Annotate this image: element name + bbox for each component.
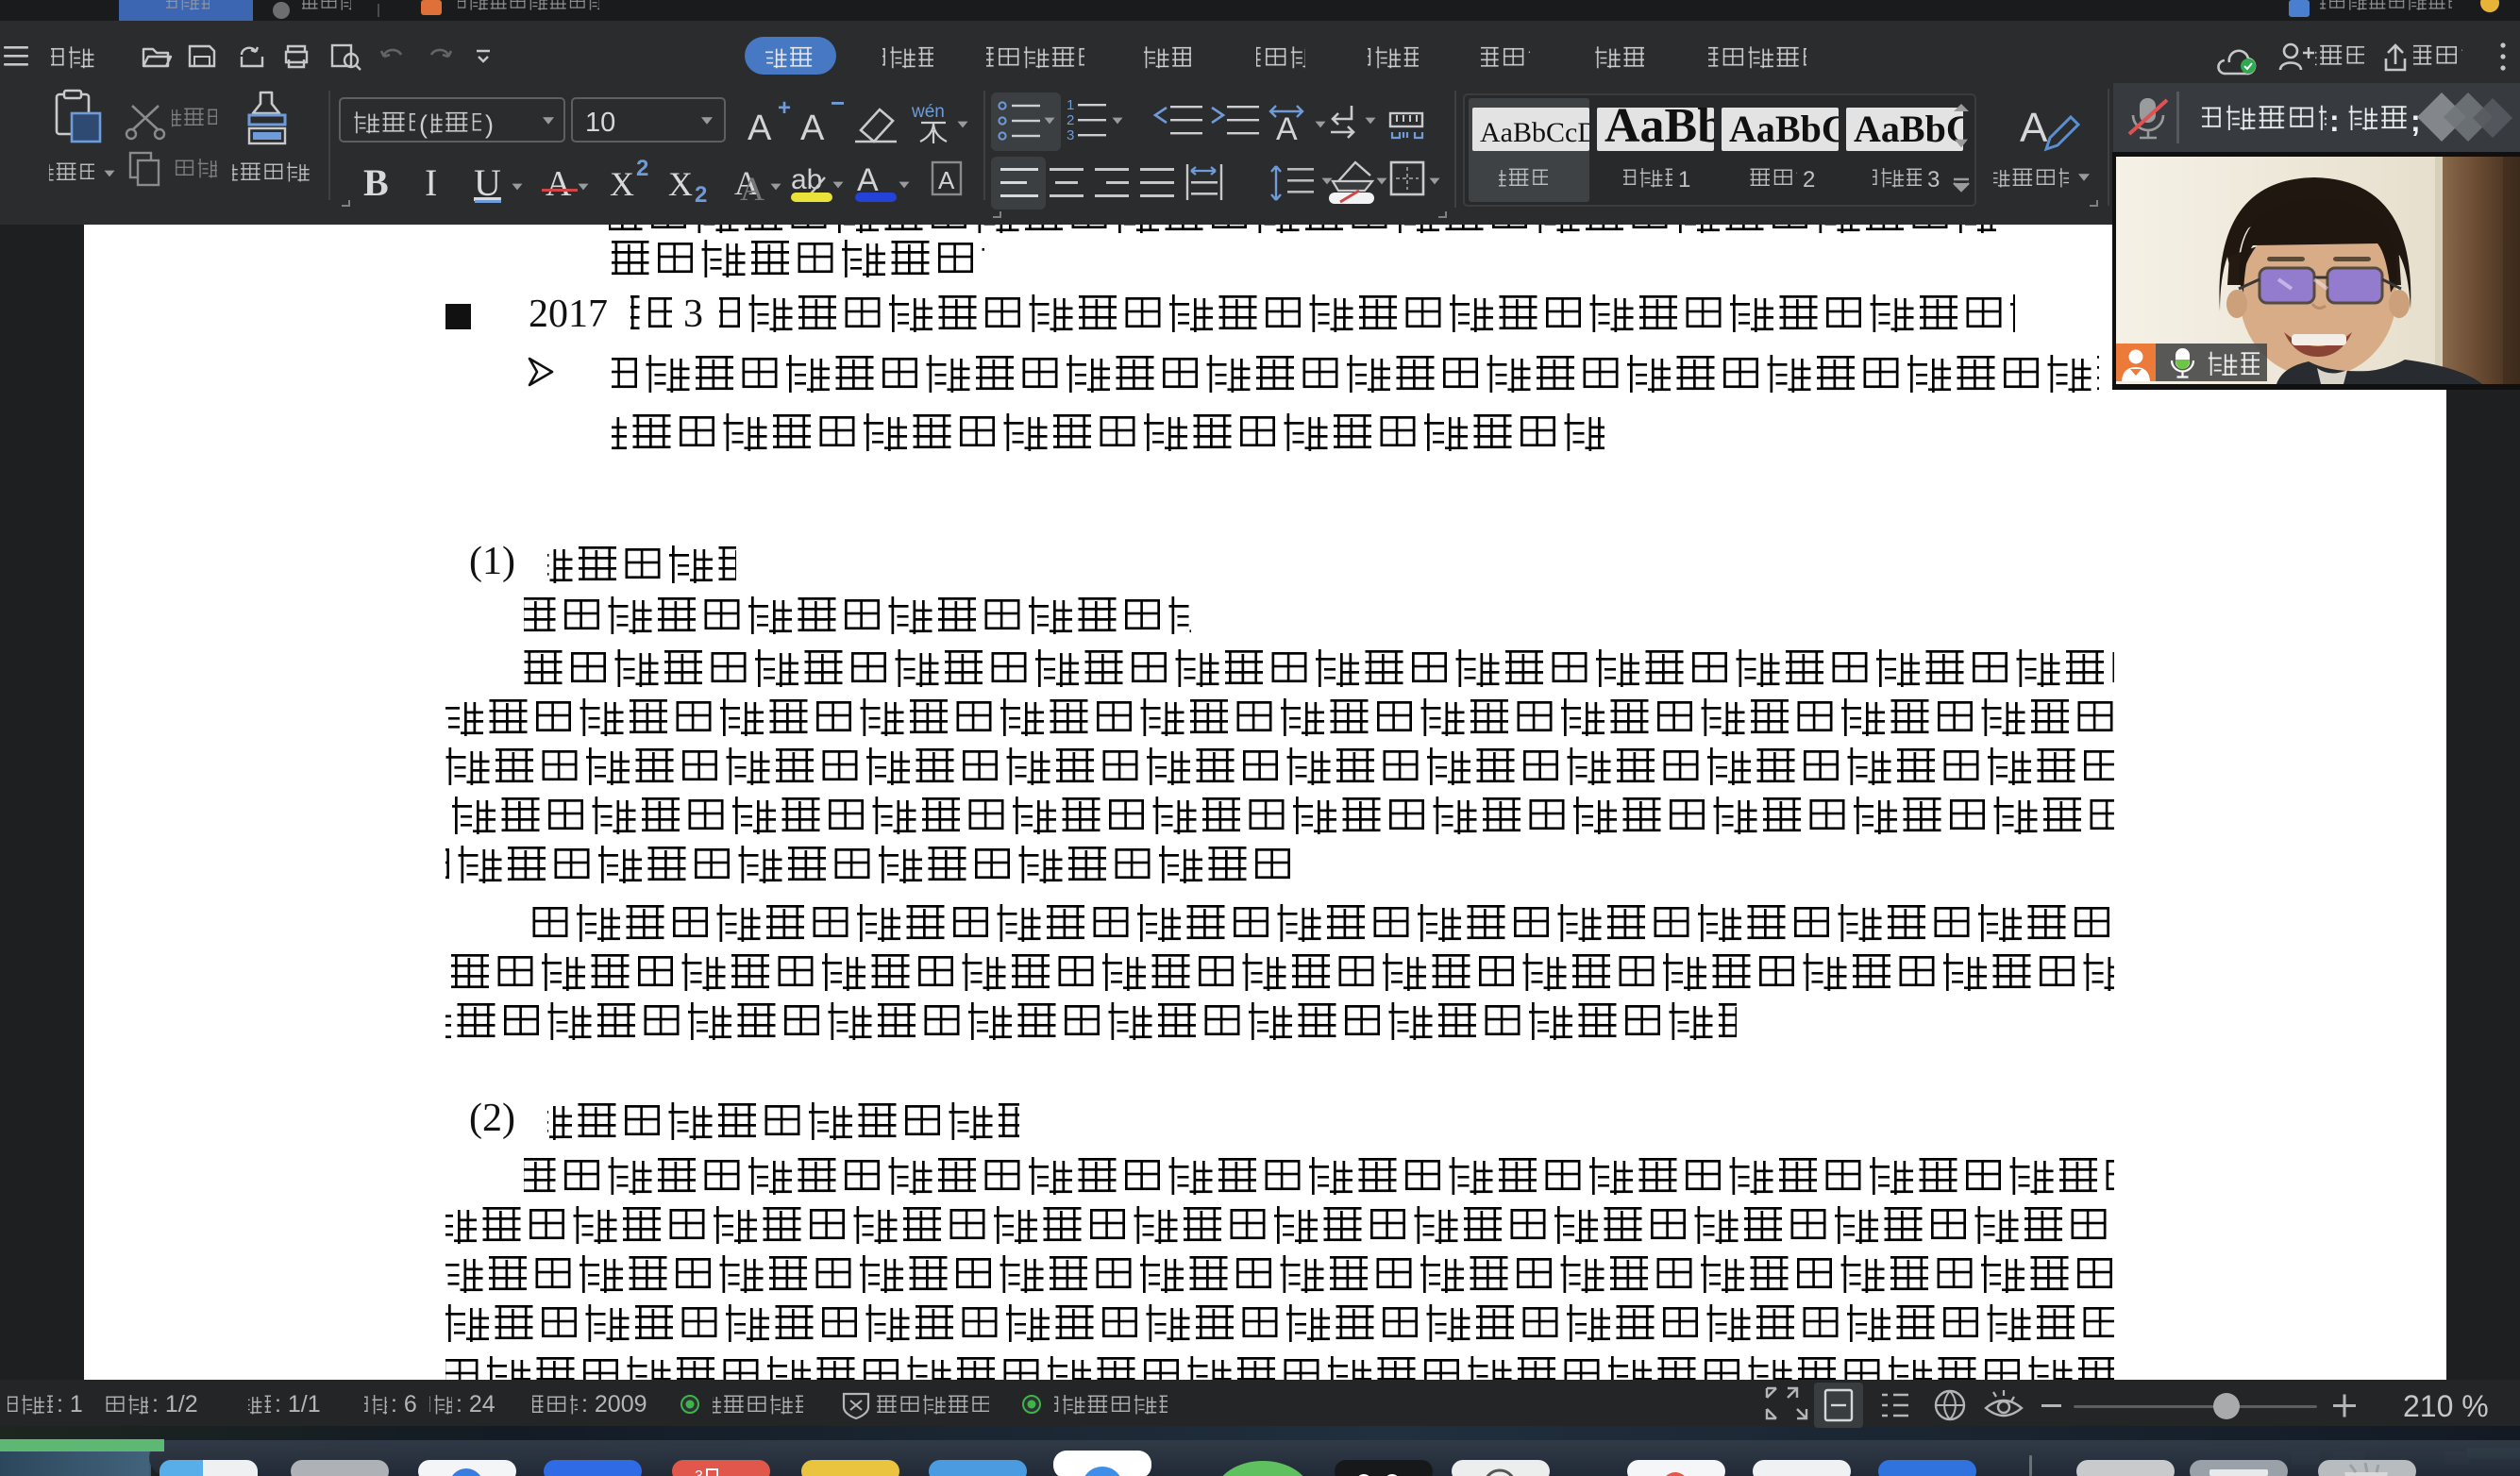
- svg-text:+: +: [778, 95, 791, 121]
- svg-text:2: 2: [636, 156, 648, 181]
- svg-text:1: 1: [1678, 167, 1690, 193]
- svg-text:: 1: : 1: [57, 1391, 83, 1417]
- svg-text:I: I: [425, 161, 437, 204]
- svg-text:3: 3: [695, 1468, 703, 1476]
- svg-text:(2): (2): [469, 1097, 515, 1140]
- svg-text:A: A: [1276, 111, 1298, 147]
- svg-text:A: A: [546, 164, 572, 204]
- svg-text:A: A: [800, 109, 825, 148]
- svg-text:A: A: [2020, 105, 2048, 151]
- svg-text:A: A: [938, 166, 955, 194]
- svg-text:10: 10: [585, 108, 615, 138]
- svg-text::: :: [2329, 104, 2340, 138]
- svg-text:: 24: : 24: [456, 1391, 496, 1417]
- svg-text:3: 3: [683, 293, 703, 336]
- svg-text:B: B: [363, 161, 389, 204]
- svg-text:A: A: [740, 170, 764, 208]
- svg-text:;: ;: [2411, 104, 2421, 138]
- svg-text:: 1/1: : 1/1: [275, 1391, 321, 1417]
- svg-text:: 1/2: : 1/2: [152, 1391, 198, 1417]
- svg-text:X: X: [668, 165, 693, 203]
- svg-text:2: 2: [695, 182, 707, 208]
- svg-text:(1): (1): [469, 540, 515, 583]
- svg-text:ab: ab: [791, 164, 822, 195]
- svg-text:−: −: [831, 89, 845, 117]
- svg-text:A: A: [748, 109, 772, 148]
- svg-text:(: (: [419, 110, 428, 139]
- svg-text:3: 3: [1927, 167, 1940, 193]
- svg-text:: 2009: : 2009: [581, 1391, 647, 1417]
- svg-text:X: X: [610, 165, 634, 203]
- svg-text:2017: 2017: [529, 293, 608, 336]
- svg-text:3: 3: [1067, 127, 1074, 143]
- svg-text:1: 1: [1067, 97, 1074, 113]
- svg-text:): ): [485, 110, 494, 139]
- svg-text:: 6: : 6: [391, 1391, 417, 1417]
- svg-text:210 %: 210 %: [2403, 1389, 2489, 1423]
- svg-text:U: U: [474, 161, 501, 204]
- svg-text:wén: wén: [911, 102, 945, 122]
- svg-text:2: 2: [1067, 112, 1074, 128]
- svg-text:2: 2: [1803, 167, 1815, 193]
